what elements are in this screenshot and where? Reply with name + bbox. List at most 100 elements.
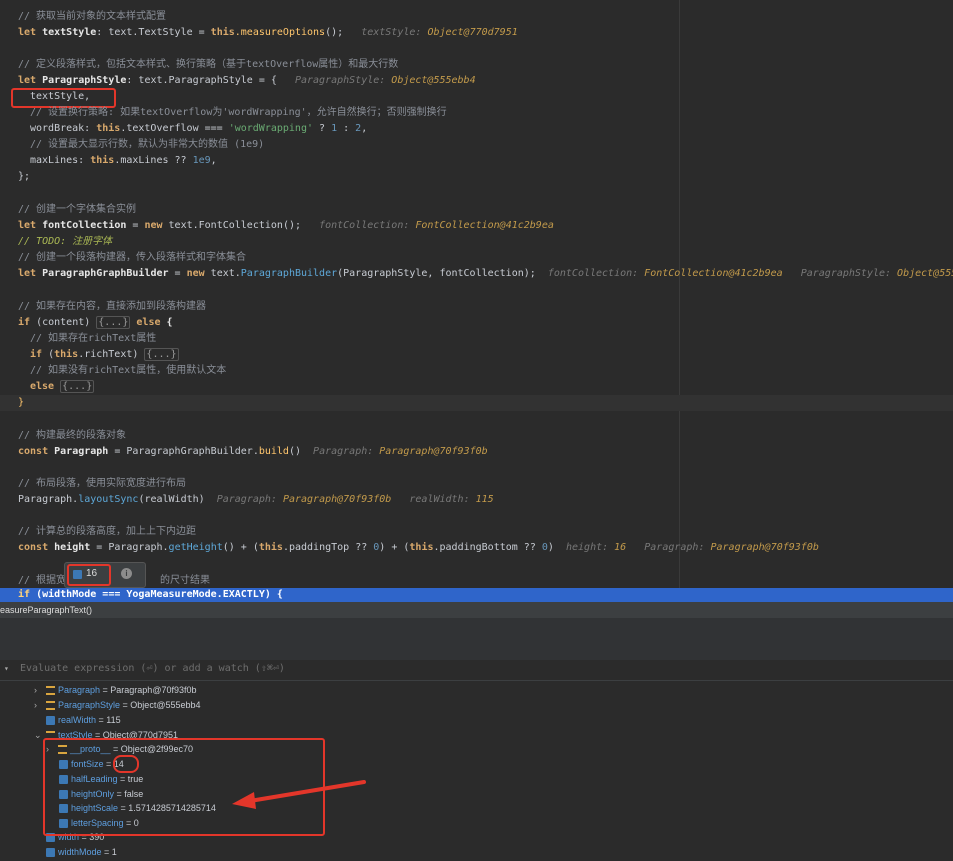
evaluate-input[interactable]: Evaluate expression (⏎) or add a watch (…	[20, 663, 285, 674]
variable-row[interactable]: widthMode = 1	[46, 845, 117, 860]
code-line-current: }	[0, 395, 953, 411]
code-line: else {...}	[30, 379, 95, 395]
code-text: .paddingTop ??	[282, 542, 374, 553]
code-comment: 的尺寸结果	[160, 573, 210, 589]
code-editor[interactable]: // 获取当前对象的文本样式配置 let textStyle: text.Tex…	[0, 0, 953, 602]
code-text: text.FontCollection	[162, 220, 283, 231]
code-line: let ParagraphGraphBuilder = new text.Par…	[18, 266, 953, 282]
chevron-right-icon[interactable]: ›	[34, 683, 46, 698]
inline-hint-label: Paragraph:	[644, 542, 711, 553]
annotation-arrow	[232, 780, 366, 809]
identifier: textStyle	[42, 27, 97, 38]
code-text: (content)	[30, 317, 97, 328]
code-text: (ParagraphStyle, fontCollection);	[337, 268, 536, 279]
keyword: if	[18, 589, 31, 600]
code-text: : text.TextStyle =	[96, 27, 211, 38]
code-text: {	[166, 317, 173, 328]
comment-text: // 定义段落样式，包括文本样式、换行策略（基于textOverflow属性）和…	[18, 59, 399, 70]
method-name: ParagraphBuilder	[240, 268, 338, 279]
code-comment: // 构建最终的段落对象	[18, 428, 126, 444]
call-frame-bar[interactable]: easureParagraphText()	[0, 602, 953, 618]
execution-point-line: if (widthMode === YogaMeasureMode.EXACTL…	[0, 588, 953, 602]
code-comment: // 创建一个字体集合实例	[18, 202, 136, 218]
inline-hint-value: FontCollection@41c2b9ea	[415, 220, 554, 231]
field-icon	[46, 848, 55, 858]
variable-row[interactable]: › Paragraph = Paragraph@70f93f0b	[34, 683, 197, 698]
fold-marker[interactable]: {...}	[96, 316, 131, 329]
annotation-circle	[113, 755, 139, 773]
arrow-shaft	[248, 780, 366, 803]
keyword: let	[18, 220, 37, 231]
inline-hint-value: Object@555ebb4	[897, 268, 953, 279]
code-comment: // 布局段落，使用实际宽度进行布局	[18, 476, 186, 492]
code-text: : text.ParagraphStyle = {	[126, 75, 277, 86]
comment-text: 的尺寸结果	[160, 575, 210, 586]
keyword: this	[258, 542, 283, 553]
inline-hint-value: Object@770d7951	[427, 27, 518, 38]
code-comment: // 根据宽	[18, 573, 66, 589]
comment-text: // 创建一个字体集合实例	[18, 204, 137, 215]
identifier: height	[48, 542, 91, 553]
frame-label: easureParagraphText()	[0, 605, 93, 615]
keyword: this	[54, 349, 79, 360]
chevron-right-icon[interactable]: ›	[34, 698, 46, 713]
code-text: :	[337, 123, 356, 134]
fold-marker[interactable]: {...}	[144, 348, 179, 361]
method-name: .measureOptions	[234, 27, 326, 38]
inline-hint-value: 115	[475, 494, 494, 505]
code-text: .maxLines ??	[114, 155, 193, 166]
code-line: if (content) {...} else {	[18, 315, 173, 331]
variable-name: widthMode	[58, 847, 102, 857]
variable-value: = 115	[96, 715, 121, 725]
code-text: .paddingBottom ??	[433, 542, 542, 553]
keyword: let	[18, 75, 37, 86]
keyword: if	[18, 317, 31, 328]
keyword: let	[18, 268, 37, 279]
value-tooltip[interactable]: 16 i	[64, 562, 146, 588]
comment-text: // 如果存在richText属性	[30, 333, 157, 344]
code-comment: // 如果存在内容，直接添加到段落构建器	[18, 299, 206, 315]
number-literal: 1e9	[192, 155, 211, 166]
variable-value: = Paragraph@70f93f0b	[100, 685, 197, 695]
code-line: const height = Paragraph.getHeight() + (…	[18, 540, 819, 556]
keyword: this	[96, 123, 121, 134]
evaluate-bar[interactable]: ▾ Evaluate expression (⏎) or add a watch…	[0, 660, 953, 681]
todo-comment: // TODO: 注册字体	[18, 236, 113, 247]
right-margin-guide	[679, 0, 680, 602]
debugger-toolbar	[0, 618, 953, 661]
variable-row[interactable]: realWidth = 115	[46, 713, 121, 728]
object-icon	[46, 686, 55, 696]
comment-text: // 获取当前对象的文本样式配置	[18, 11, 167, 22]
method-name: layoutSync	[78, 494, 139, 505]
code-text: ();	[282, 220, 301, 231]
code-comment: // 创建一个段落构建器，传入段落样式和字体集合	[18, 250, 246, 266]
comment-text: // 计算总的段落高度，加上上下内边距	[18, 526, 197, 537]
inline-hint-label: fontCollection:	[547, 268, 645, 279]
inline-hint-value: Paragraph@70f93f0b	[710, 542, 819, 553]
keyword: const	[18, 542, 49, 553]
code-line: if (this.richText) {...}	[30, 347, 179, 363]
inline-hint-label: fontCollection:	[319, 220, 416, 231]
inline-hint-label: realWidth:	[409, 494, 476, 505]
inline-hint-value: Paragraph@70f93f0b	[379, 446, 488, 457]
method-name: build	[258, 446, 289, 457]
object-icon	[46, 701, 55, 711]
variable-row[interactable]: › ParagraphStyle = Object@555ebb4	[34, 698, 201, 713]
comment-text: // 如果没有richText属性，使用默认文本	[30, 365, 227, 376]
fold-marker[interactable]: {...}	[60, 380, 95, 393]
comment-text: // 设置最大显示行数，默认为非常大的数值 (1e9)	[30, 139, 265, 150]
code-text: () + (	[222, 542, 259, 553]
comment-text: // 根据宽	[18, 575, 67, 586]
identifier: ParagraphGraphBuilder	[42, 268, 169, 279]
inline-hint-value: 16	[614, 542, 627, 553]
keyword: this	[90, 155, 115, 166]
chevron-down-icon[interactable]: ▾	[4, 664, 9, 673]
code-comment: // 设置换行策略: 如果textOverflow为'wordWrapping'…	[30, 105, 447, 121]
field-icon	[46, 716, 55, 726]
code-text: .textOverflow ===	[120, 123, 229, 134]
keyword: let	[18, 27, 37, 38]
keyword: this	[409, 542, 434, 553]
keyword: else	[30, 381, 55, 392]
annotation-box	[67, 564, 111, 586]
info-icon[interactable]: i	[121, 568, 132, 579]
